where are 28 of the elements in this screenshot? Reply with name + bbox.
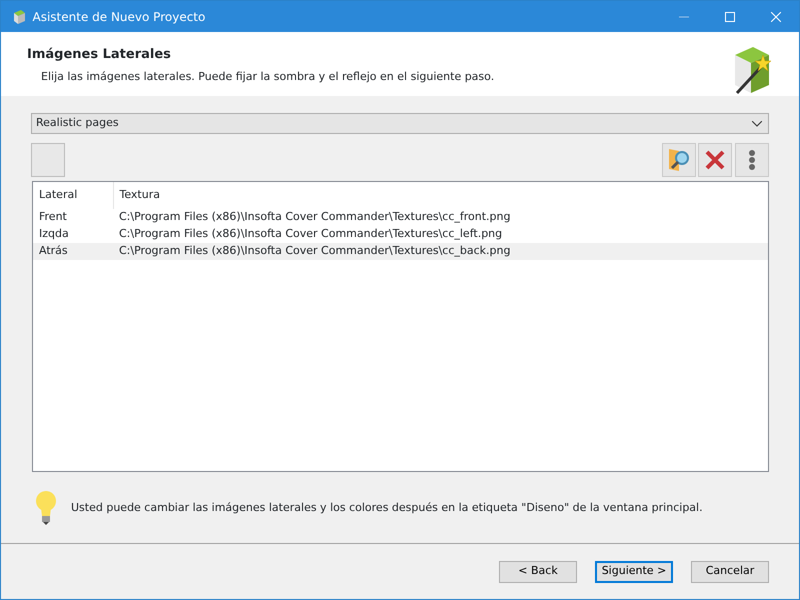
more-icon (748, 149, 756, 171)
table-cell[interactable]: C:\Program Files (x86)\Insofta Cover Commander\Textures\cc_front.png (113, 208, 768, 226)
table-cell[interactable]: Atrás (33, 242, 113, 260)
table-cell[interactable]: C:\Program Files (x86)\Insofta Cover Commander\Textures\cc_left.png (113, 226, 768, 242)
folder-search-icon (666, 147, 690, 173)
hint-text: Usted puede cambiar las imágenes laterales y los colores después en la etiqueta "Diseno" de la ventana principal. (71, 500, 703, 516)
preset-dropdown[interactable]: Realistic pages (31, 113, 769, 134)
next-button[interactable]: Siguiente > (595, 560, 673, 582)
table-cell[interactable]: Frent (33, 208, 113, 226)
back-button[interactable]: < Back (499, 560, 577, 582)
window-title: Asistente de Nuevo Proyecto (32, 8, 206, 26)
maximize-icon (725, 12, 735, 22)
browse-button[interactable] (662, 143, 696, 177)
chevron-down-icon (752, 120, 762, 126)
table-cell[interactable]: C:\Program Files (x86)\Insofta Cover Commander\Textures\cc_back.png (113, 242, 768, 260)
app-icon (11, 8, 27, 24)
lightbulb-icon (35, 490, 57, 526)
column-header[interactable]: Lateral (33, 182, 113, 208)
close-icon (771, 12, 781, 22)
cancel-button[interactable]: Cancelar (691, 560, 769, 582)
column-header[interactable]: Textura (113, 182, 768, 208)
delete-button[interactable] (698, 143, 732, 177)
table-cell[interactable]: Izqda (33, 226, 113, 242)
page-subtitle: Elija las imágenes laterales. Puede fijar la sombra y el reflejo en el siguiente paso. (40, 68, 496, 84)
more-button[interactable] (735, 143, 769, 177)
delete-icon (704, 149, 726, 171)
page-title: Imágenes Laterales (27, 46, 172, 64)
preview-thumbnail (31, 143, 65, 177)
